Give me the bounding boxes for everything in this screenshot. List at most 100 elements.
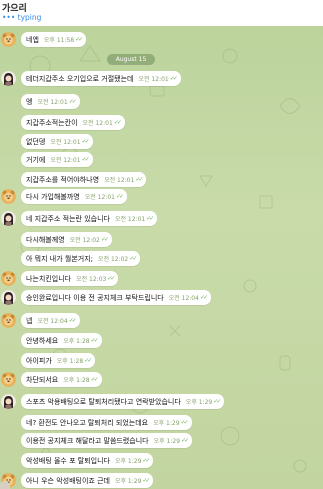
message-time: 오전 12:02 ✓✓: [98, 255, 137, 263]
read-checkmark-icon: ✓✓: [84, 357, 92, 364]
read-checkmark-icon: ✓✓: [75, 36, 83, 43]
message-bubble[interactable]: 거기에 오전 12:01 ✓✓: [21, 152, 93, 167]
message-time: 오전 12:01 ✓✓: [104, 176, 143, 184]
profile-avatar[interactable]: [1, 290, 16, 305]
message-text: 테더지갑주소 오기입으로 거절됐는데: [26, 74, 134, 83]
message-text: 다시해볼께영: [26, 235, 65, 244]
message-time: 오후 1:29 ✓✓: [114, 477, 151, 485]
message-bubble[interactable]: 네엡 오후 11:58 ✓✓: [21, 32, 87, 47]
read-checkmark-icon: ✓✓: [90, 376, 99, 383]
message-time: 오후 1:29 ✓✓: [185, 398, 222, 406]
read-checkmark-icon: ✓✓: [146, 215, 154, 222]
message-bubble[interactable]: 엥 오전 12:01 ✓✓: [21, 94, 80, 109]
message-time: 오전 12:02 ✓✓: [69, 236, 109, 244]
message-time: 오전 12:01 ✓✓: [84, 193, 124, 201]
read-checkmark-icon: ✓✓: [129, 255, 137, 262]
message-time: 오전 12:03 ✓✓: [76, 275, 115, 283]
read-checkmark-icon: ✓✓: [81, 138, 90, 145]
message-text: 네 지갑주소 적는란 있습니다: [26, 214, 110, 223]
read-checkmark-icon: ✓✓: [169, 75, 178, 82]
message-bubble[interactable]: 네? 환전도 안나오고 탈퇴처리 되었는데요 오후 1:29 ✓✓: [21, 415, 192, 430]
message-text: 없던뎅: [26, 137, 46, 146]
bear-avatar-icon[interactable]: [1, 32, 16, 47]
read-checkmark-icon: ✓✓: [142, 477, 150, 484]
bear-avatar-icon[interactable]: [1, 189, 16, 204]
message-text: 지갑주소적는칸이: [26, 118, 78, 127]
typing-status: ••• typing: [2, 13, 42, 22]
message-text: 네? 환전도 안나오고 탈퇴처리 되었는데요: [26, 418, 149, 427]
message-time: 오전 12:01 ✓✓: [37, 98, 77, 106]
read-checkmark-icon: ✓✓: [100, 236, 109, 243]
message-bubble[interactable]: 차단되서요 오후 1:28 ✓✓: [21, 372, 102, 387]
message-time: 오후 1:28 ✓✓: [63, 376, 99, 384]
read-checkmark-icon: ✓✓: [113, 119, 122, 126]
read-checkmark-icon: ✓✓: [68, 98, 77, 105]
bear-avatar-icon[interactable]: [1, 313, 16, 328]
message-time: 오후 1:29 ✓✓: [153, 437, 190, 445]
message-text: 네엡: [26, 35, 39, 44]
message-bubble[interactable]: 아 뭐지 내가 뭘본거지; 오전 12:02 ✓✓: [21, 251, 141, 266]
message-text: 이용전 공지체크 해달라고 말씀드렸습니다: [26, 436, 149, 445]
bear-avatar-icon[interactable]: [1, 271, 16, 286]
message-time: 오전 12:04 ✓✓: [168, 294, 208, 302]
message-time: 오후 1:29 ✓✓: [153, 419, 189, 427]
bottom-avatar-partial: [0, 481, 10, 489]
message-text: 거기에: [26, 155, 46, 164]
message-bubble[interactable]: 지갑주소를 적어야하나영 오전 12:01 ✓✓: [21, 172, 147, 187]
profile-avatar[interactable]: [1, 71, 16, 86]
read-checkmark-icon: ✓✓: [199, 294, 208, 301]
message-bubble[interactable]: 스포츠 악용배팅으로 탈퇴처리됐다고 연락받았습니다 오후 1:29 ✓✓: [21, 394, 225, 409]
read-checkmark-icon: ✓✓: [180, 419, 189, 426]
message-text: 엥: [26, 97, 33, 106]
message-text: 아이피가: [26, 356, 52, 365]
message-bubble[interactable]: 나는치킨입니다 오전 12:03 ✓✓: [21, 271, 119, 286]
message-bubble[interactable]: 없던뎅 오전 12:01 ✓✓: [21, 134, 93, 149]
message-time: 오후 1:29 ✓✓: [114, 457, 151, 465]
message-time: 오후 1:28 ✓✓: [63, 337, 99, 345]
message-text: 안녕하세요: [26, 336, 59, 345]
read-checkmark-icon: ✓✓: [135, 176, 143, 183]
message-time: 오전 12:01 ✓✓: [50, 156, 90, 164]
message-time: 오전 12:04 ✓✓: [37, 317, 76, 325]
message-bubble[interactable]: 악성배팅 올수 포 탈퇴입니다 오후 1:29 ✓✓: [21, 453, 154, 468]
message-text: 아 뭐지 내가 뭘본거지;: [26, 254, 93, 263]
message-text: 지갑주소를 적어야하나영: [26, 175, 100, 184]
message-bubble[interactable]: 지갑주소적는칸이 오전 12:01 ✓✓: [21, 115, 125, 130]
message-text: 승인완료입니다 이용 전 공지체크 부탁드립니다: [26, 293, 164, 302]
message-time: 오전 12:01 ✓✓: [138, 75, 178, 83]
message-text: 다시 가입해볼까영: [26, 192, 80, 201]
message-bubble[interactable]: 네 지갑주소 적는란 있습니다 오전 12:01 ✓✓: [21, 211, 158, 226]
message-bubble[interactable]: 승인완료입니다 이용 전 공지체크 부탁드립니다 오전 12:04 ✓✓: [21, 290, 212, 305]
message-text: 나는치킨입니다: [26, 274, 72, 283]
message-text: 아니 우슨 악성배팅이죠 근데: [26, 476, 110, 485]
message-time: 오후 11:58 ✓✓: [43, 36, 83, 44]
read-checkmark-icon: ✓✓: [107, 275, 115, 282]
message-bubble[interactable]: 이용전 공지체크 해달라고 말씀드렸습니다 오후 1:29 ✓✓: [21, 433, 193, 448]
message-time: 오후 1:28 ✓✓: [56, 357, 93, 365]
message-time: 오전 12:01 ✓✓: [50, 138, 90, 146]
message-bubble[interactable]: 다시해볼께영 오전 12:02 ✓✓: [21, 232, 112, 247]
message-bubble[interactable]: 테더지갑주소 오기입으로 거절됐는데 오전 12:01 ✓✓: [21, 71, 181, 86]
message-text: 차단되서요: [26, 375, 59, 384]
message-text: 스포츠 악용배팅으로 탈퇴처리됐다고 연락받았습니다: [26, 397, 181, 406]
message-text: 넵: [26, 316, 33, 325]
read-checkmark-icon: ✓✓: [213, 398, 221, 405]
message-time: 오전 12:01 ✓✓: [114, 215, 154, 223]
message-bubble[interactable]: 아이피가 오후 1:28 ✓✓: [21, 353, 96, 368]
message-bubble[interactable]: 다시 가입해볼까영 오전 12:01 ✓✓: [21, 189, 128, 204]
message-bubble[interactable]: 안녕하세요 오후 1:28 ✓✓: [21, 333, 102, 348]
read-checkmark-icon: ✓✓: [142, 457, 150, 464]
profile-avatar[interactable]: [1, 394, 16, 409]
read-checkmark-icon: ✓✓: [116, 193, 124, 200]
message-list[interactable]: August 15 네엡 오후 11:58 ✓✓ 테더지갑주소 오기입으로 거절됐는데…: [0, 26, 323, 489]
message-text: 악성배팅 올수 포 탈퇴입니다: [26, 456, 110, 465]
profile-avatar[interactable]: [1, 211, 16, 226]
chat-header: 가으리 ••• typing: [0, 0, 323, 26]
read-checkmark-icon: ✓✓: [81, 156, 90, 163]
message-bubble[interactable]: 넵 오전 12:04 ✓✓: [21, 313, 80, 328]
read-checkmark-icon: ✓✓: [181, 437, 189, 444]
message-bubble[interactable]: 아니 우슨 악성배팅이죠 근데 오후 1:29 ✓✓: [21, 473, 154, 488]
read-checkmark-icon: ✓✓: [90, 337, 99, 344]
bear-avatar-icon[interactable]: [1, 372, 16, 387]
message-time: 오전 12:01 ✓✓: [82, 119, 122, 127]
